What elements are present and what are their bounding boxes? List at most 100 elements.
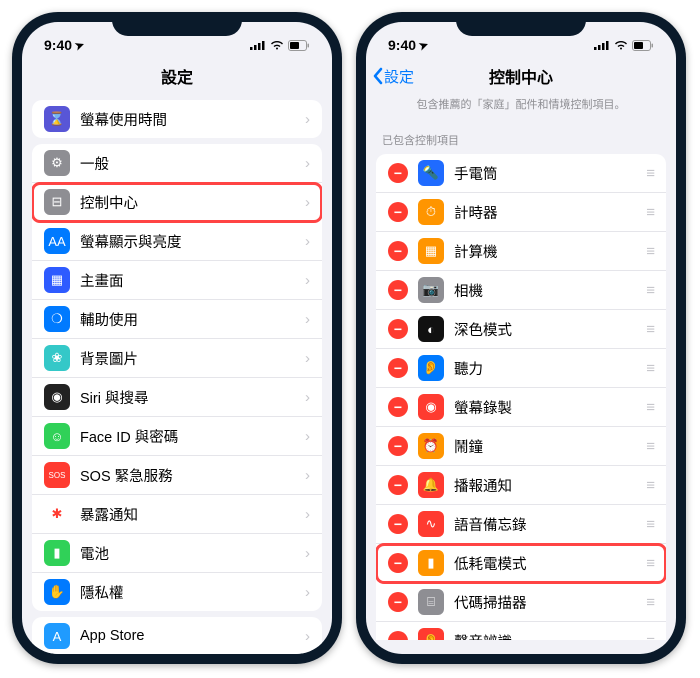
drag-handle-icon[interactable]: ≡ xyxy=(646,555,654,572)
nav-bar: 設定 xyxy=(22,58,332,94)
drag-handle-icon[interactable]: ≡ xyxy=(646,243,654,260)
remove-button[interactable]: − xyxy=(388,163,408,183)
app-icon: ☺ xyxy=(44,423,70,449)
row-label: 控制中心 xyxy=(80,192,305,213)
settings-row[interactable]: ❀背景圖片› xyxy=(32,339,322,378)
control-item-row[interactable]: −⌸代碼掃描器≡ xyxy=(376,583,666,622)
control-item-row[interactable]: −◐ 深色模式≡ xyxy=(376,310,666,349)
status-time: 9:40 xyxy=(44,37,72,53)
drag-handle-icon[interactable]: ≡ xyxy=(646,165,654,182)
settings-list[interactable]: ⌛螢幕使用時間› ⚙一般›⊟控制中心›AA螢幕顯示與亮度›▦主畫面›❍輔助使用›… xyxy=(22,94,332,654)
drag-handle-icon[interactable]: ≡ xyxy=(646,516,654,533)
settings-row[interactable]: ⌛螢幕使用時間› xyxy=(32,100,322,138)
wifi-icon xyxy=(614,40,628,50)
remove-button[interactable]: − xyxy=(388,514,408,534)
row-label: 鬧鐘 xyxy=(454,436,646,457)
remove-button[interactable]: − xyxy=(388,592,408,612)
settings-row[interactable]: ⊟ 控制中心› xyxy=(32,183,322,222)
control-item-row[interactable]: −⏱計時器≡ xyxy=(376,193,666,232)
drag-handle-icon[interactable]: ≡ xyxy=(646,594,654,611)
drag-handle-icon[interactable]: ≡ xyxy=(646,204,654,221)
control-icon: 👂 xyxy=(418,355,444,381)
control-item-row[interactable]: −⏰鬧鐘≡ xyxy=(376,427,666,466)
settings-row[interactable]: ◉Siri 與搜尋› xyxy=(32,378,322,417)
control-icon: ∿ xyxy=(418,511,444,537)
app-icon: ⌛ xyxy=(44,106,70,132)
chevron-right-icon: › xyxy=(305,467,310,484)
row-label: 深色模式 xyxy=(454,319,646,340)
control-item-row[interactable]: −👂聲音辨識≡ xyxy=(376,622,666,640)
settings-row[interactable]: ☺Face ID 與密碼› xyxy=(32,417,322,456)
control-item-row[interactable]: −▦計算機≡ xyxy=(376,232,666,271)
row-label: 語音備忘錄 xyxy=(454,514,646,535)
drag-handle-icon[interactable]: ≡ xyxy=(646,321,654,338)
settings-row[interactable]: AA螢幕顯示與亮度› xyxy=(32,222,322,261)
page-title: 控制中心 xyxy=(489,64,553,88)
back-button[interactable]: 設定 xyxy=(372,66,414,87)
app-icon: A xyxy=(44,623,70,649)
control-item-row[interactable]: −🔔播報通知≡ xyxy=(376,466,666,505)
chevron-right-icon: › xyxy=(305,311,310,328)
chevron-right-icon: › xyxy=(305,428,310,445)
screen-settings: 9:40 ➤ 設定 ⌛螢幕使用時間› ⚙一般›⊟控制中心›AA螢幕顯示與亮度›▦… xyxy=(22,22,332,654)
drag-handle-icon[interactable]: ≡ xyxy=(646,399,654,416)
drag-handle-icon[interactable]: ≡ xyxy=(646,282,654,299)
remove-button[interactable]: − xyxy=(388,475,408,495)
control-icon: 👂 xyxy=(418,628,444,640)
control-icon: 🔦 xyxy=(418,160,444,186)
app-icon: ❍ xyxy=(44,306,70,332)
app-icon: ✋ xyxy=(44,579,70,605)
remove-button[interactable]: − xyxy=(388,436,408,456)
drag-handle-icon[interactable]: ≡ xyxy=(646,360,654,377)
drag-handle-icon[interactable]: ≡ xyxy=(646,477,654,494)
control-item-row[interactable]: −📷相機≡ xyxy=(376,271,666,310)
remove-button[interactable]: − xyxy=(388,553,408,573)
app-icon: ⊟ xyxy=(44,189,70,215)
row-label: 螢幕顯示與亮度 xyxy=(80,231,305,252)
remove-button[interactable]: − xyxy=(388,280,408,300)
row-label: 主畫面 xyxy=(80,270,305,291)
settings-row[interactable]: ❍輔助使用› xyxy=(32,300,322,339)
settings-row[interactable]: ▮電池› xyxy=(32,534,322,573)
control-center-list[interactable]: 已包含控制項目 −🔦手電筒≡−⏱計時器≡−▦計算機≡−📷相機≡−◐深色模式≡−👂… xyxy=(366,120,676,640)
chevron-right-icon: › xyxy=(305,194,310,211)
notch xyxy=(112,12,242,36)
remove-button[interactable]: − xyxy=(388,202,408,222)
control-item-row[interactable]: −◉螢幕錄製≡ xyxy=(376,388,666,427)
remove-button[interactable]: − xyxy=(388,241,408,261)
settings-row[interactable]: ✱暴露通知› xyxy=(32,495,322,534)
drag-handle-icon[interactable]: ≡ xyxy=(646,438,654,455)
control-item-row[interactable]: −🔦手電筒≡ xyxy=(376,154,666,193)
settings-row[interactable]: ✋隱私權› xyxy=(32,573,322,611)
settings-row[interactable]: ▦主畫面› xyxy=(32,261,322,300)
control-icon: ⌸ xyxy=(418,589,444,615)
signal-icon xyxy=(250,40,266,50)
row-label: 計時器 xyxy=(454,202,646,223)
settings-row[interactable]: ⚙ 一般› xyxy=(32,144,322,183)
section-header: 已包含控制項目 xyxy=(366,120,676,152)
page-subtitle: 包含推薦的「家庭」配件和情境控制項目。 xyxy=(366,94,676,120)
control-icon: 🔔 xyxy=(418,472,444,498)
chevron-right-icon: › xyxy=(305,111,310,128)
remove-button[interactable]: − xyxy=(388,397,408,417)
app-icon: AA xyxy=(44,228,70,254)
settings-row[interactable]: AApp Store› xyxy=(32,617,322,654)
app-icon: SOS xyxy=(44,462,70,488)
control-item-row[interactable]: −∿ 語音備忘錄≡ xyxy=(376,505,666,544)
row-label: 低耗電模式 xyxy=(454,553,646,574)
row-label: 一般 xyxy=(80,153,305,174)
remove-button[interactable]: − xyxy=(388,631,408,640)
wifi-icon xyxy=(270,40,284,50)
row-label: 相機 xyxy=(454,280,646,301)
remove-button[interactable]: − xyxy=(388,319,408,339)
settings-row[interactable]: SOSSOS 緊急服務› xyxy=(32,456,322,495)
drag-handle-icon[interactable]: ≡ xyxy=(646,633,654,641)
app-icon: ⚙ xyxy=(44,150,70,176)
chevron-right-icon: › xyxy=(305,155,310,172)
control-item-row[interactable]: −👂聽力≡ xyxy=(376,349,666,388)
control-icon: ◐ xyxy=(418,316,444,342)
control-item-row[interactable]: −▮低耗電模式≡ xyxy=(376,544,666,583)
signal-icon xyxy=(594,40,610,50)
remove-button[interactable]: − xyxy=(388,358,408,378)
row-label: Siri 與搜尋 xyxy=(80,387,305,408)
